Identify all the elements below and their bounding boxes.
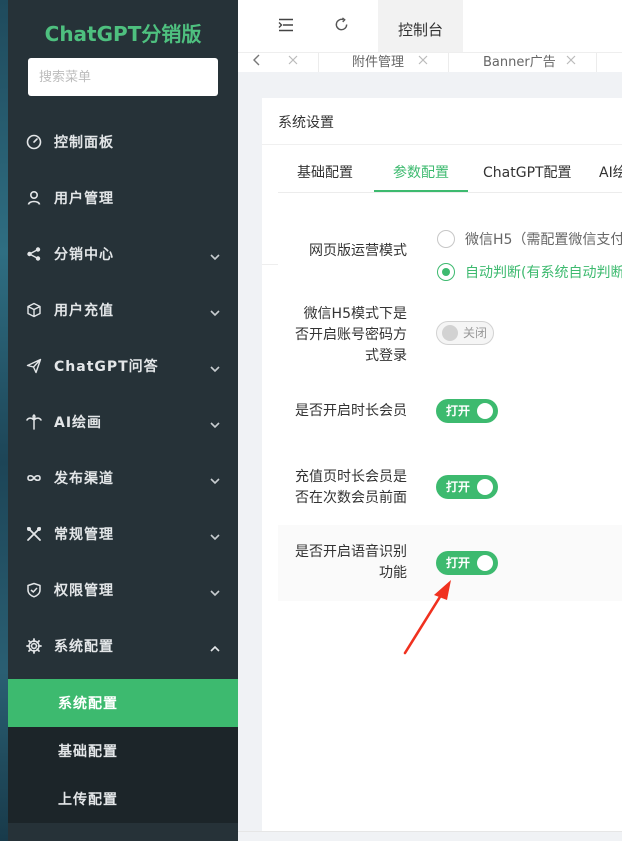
tabs-scroll-left-icon[interactable]	[252, 53, 262, 72]
tools-icon	[26, 526, 42, 542]
radio-circle	[437, 230, 455, 248]
sidebar-subitem-upload-config[interactable]: 上传配置	[8, 775, 238, 823]
voice-recognition-switch[interactable]: 打开	[436, 551, 498, 575]
dashboard-icon	[26, 134, 42, 150]
refresh-icon	[334, 16, 349, 36]
tab-attachments[interactable]: 附件管理	[352, 53, 404, 72]
infinity-icon	[26, 470, 42, 486]
chevron-down-icon	[209, 304, 221, 317]
chevron-down-icon	[209, 472, 221, 485]
close-icon[interactable]	[566, 53, 576, 72]
switch-state-text: 打开	[446, 480, 471, 494]
sidebar-item-label: 分销中心	[54, 247, 114, 263]
chevron-down-icon	[209, 360, 221, 373]
footer-bar	[238, 831, 622, 841]
menu-fold-icon	[278, 17, 294, 36]
tab-params-config[interactable]: 参数配置	[393, 162, 449, 182]
switch-knob	[442, 325, 458, 341]
member-order-switch[interactable]: 打开	[436, 475, 498, 499]
sidebar-item-label: AI绘画	[54, 415, 103, 431]
tab-ai-painting-config[interactable]: AI绘	[599, 162, 622, 182]
sidebar-subitem-system-config[interactable]: 系统配置	[8, 679, 238, 727]
divider	[262, 144, 622, 145]
sidebar-subitem-label: 上传配置	[58, 792, 118, 808]
send-icon	[26, 358, 42, 374]
box-icon	[26, 302, 42, 318]
switch-state-text: 关闭	[463, 326, 488, 340]
chevron-up-icon	[209, 640, 221, 652]
member-order-label: 充值页时长会员是否在次数会员前面	[295, 469, 407, 506]
share-icon	[26, 246, 42, 262]
password-login-switch[interactable]: 关闭	[436, 321, 494, 345]
tab-banner[interactable]: Banner广告	[483, 53, 556, 72]
close-icon[interactable]	[418, 53, 428, 72]
sidebar-item-label: 发布渠道	[54, 471, 114, 487]
sidebar-item-dashboard[interactable]: 控制面板	[8, 114, 238, 170]
tab-basic-config[interactable]: 基础配置	[297, 162, 353, 182]
tab-separator	[318, 53, 319, 72]
switch-state-text: 打开	[446, 404, 471, 418]
sidebar-item-label: 常规管理	[54, 527, 114, 543]
settings-card: 系统设置 基础配置 参数配置 ChatGPT配置 AI绘 网页版运营模式 微信H…	[262, 98, 622, 831]
radio-label: 微信H5（需配置微信支付	[465, 232, 622, 248]
collapse-menu-button[interactable]	[264, 0, 308, 52]
switch-knob	[477, 403, 493, 419]
switch-knob	[477, 479, 493, 495]
sidebar-subitem-label: 系统配置	[58, 696, 118, 712]
tabs-divider	[278, 192, 622, 193]
app-logo-title: ChatGPT分销版	[44, 22, 202, 46]
radio-circle	[437, 263, 455, 281]
sidebar-item-channels[interactable]: 发布渠道	[8, 450, 238, 506]
gear-icon	[26, 638, 42, 654]
desktop-background-strip	[0, 0, 8, 841]
sidebar-item-permissions[interactable]: 权限管理	[8, 562, 238, 618]
switch-knob	[477, 555, 493, 571]
sidebar-subitem-basic-config[interactable]: 基础配置	[8, 727, 238, 775]
tab-chatgpt-config[interactable]: ChatGPT配置	[483, 162, 572, 182]
page-title: 系统设置	[278, 115, 334, 131]
sidebar-item-general[interactable]: 常规管理	[8, 506, 238, 562]
chevron-down-icon	[209, 248, 221, 261]
duration-member-switch[interactable]: 打开	[436, 399, 498, 423]
switch-state-text: 打开	[446, 556, 471, 570]
sidebar-item-label: 用户充值	[54, 303, 114, 319]
mode-radio-wechat-h5[interactable]: 微信H5（需配置微信支付	[437, 229, 622, 249]
divider	[262, 193, 278, 265]
user-icon	[26, 190, 42, 206]
sidebar: ChatGPT分销版 控制面板 用户管理 分销中心 用户充值 ChatGPT问答	[8, 0, 238, 841]
sidebar-item-label: 权限管理	[54, 583, 114, 599]
voice-recognition-label: 是否开启语音识别功能	[295, 544, 407, 581]
tab-separator	[448, 53, 449, 72]
radio-label: 自动判断(有系统自动判断	[465, 265, 622, 281]
sidebar-item-ai-painting[interactable]: AI绘画	[8, 394, 238, 450]
duration-member-label: 是否开启时长会员	[295, 403, 407, 419]
mode-label: 网页版运营模式	[309, 243, 407, 259]
top-header: 控制台	[238, 0, 622, 58]
sidebar-item-label: ChatGPT问答	[54, 359, 159, 375]
sidebar-item-recharge[interactable]: 用户充值	[8, 282, 238, 338]
mode-radio-auto[interactable]: 自动判断(有系统自动判断	[437, 262, 622, 282]
annotation-arrow-icon	[403, 580, 451, 655]
menu-search-input[interactable]	[28, 58, 218, 96]
sidebar-item-label: 系统配置	[54, 639, 114, 655]
close-icon[interactable]	[288, 53, 298, 72]
chevron-down-icon	[209, 528, 221, 541]
sidebar-item-label: 用户管理	[54, 191, 114, 207]
sidebar-item-chatgpt-qa[interactable]: ChatGPT问答	[8, 338, 238, 394]
sidebar-item-system-config[interactable]: 系统配置	[8, 618, 238, 674]
chevron-down-icon	[209, 416, 221, 429]
refresh-button[interactable]	[319, 0, 363, 52]
palm-icon	[26, 414, 42, 430]
sidebar-subitem-label: 基础配置	[58, 744, 118, 760]
chevron-down-icon	[209, 584, 221, 597]
sidebar-item-label: 控制面板	[54, 135, 114, 151]
sidebar-item-users[interactable]: 用户管理	[8, 170, 238, 226]
open-tabs-strip: 附件管理 Banner广告	[238, 52, 622, 72]
shield-icon	[26, 582, 42, 598]
password-login-label: 微信H5模式下是否开启账号密码方式登录	[295, 306, 407, 364]
tab-console[interactable]: 控制台	[378, 0, 463, 58]
tab-separator	[596, 53, 597, 72]
sidebar-item-distribution[interactable]: 分销中心	[8, 226, 238, 282]
